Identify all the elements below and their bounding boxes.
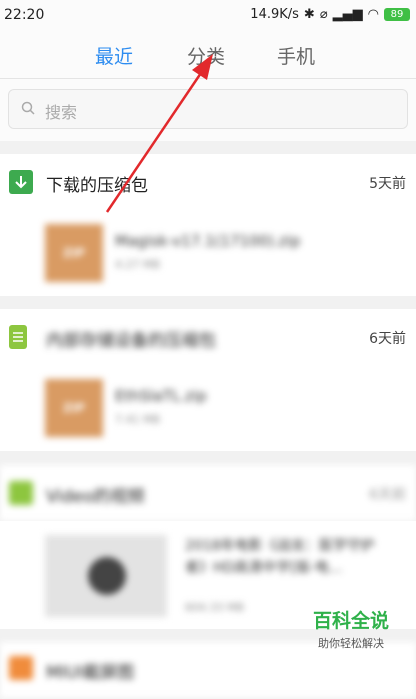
section-title: Video的视频 [46,487,145,507]
image-folder-icon [9,656,33,680]
section-title: MIUI截屏图 [46,663,135,683]
file-item[interactable]: ZIP Magisk-v17.1(17100).zip 4.27 MB [0,210,416,296]
section-title: 下载的压缩包 [46,176,148,196]
search-icon [21,101,35,115]
status-time: 22:20 [4,7,45,23]
watermark-subtitle: 助你轻松解决 [318,637,384,650]
signal-icon: ▂▄▆ [332,7,363,22]
tab-category[interactable]: 分类 [187,42,225,69]
file-name: 2018年电影《战龙：医学守护者》HD高清中字[版-电... [185,538,375,576]
search-input[interactable]: 搜索 [8,89,408,129]
section-header-storage-archives[interactable]: 内部存储设备的压缩包 6天前 [0,309,416,366]
section-header-downloads[interactable]: 下载的压缩包 5天前 [0,154,416,211]
section-header-videos[interactable]: Video的视频 6天前 [0,465,416,522]
search-area: 搜索 [0,79,416,141]
play-icon [88,557,126,595]
document-icon [9,325,27,349]
alarm-off-icon: ⌀ [319,7,328,22]
tab-bar: 最近 分类 手机 [0,32,416,79]
battery-indicator: 89 [384,8,410,21]
watermark-logo: 百科全说 助你轻松解决 [296,606,406,651]
download-icon [9,170,33,194]
file-size: 7.41 MB [115,413,161,426]
video-thumbnail [45,535,167,617]
file-size: 4.27 MB [115,258,161,271]
section-time: 6天前 [369,487,406,503]
status-bar: 22:20 14.9K/s ✱ ⌀ ▂▄▆ ◠ 89 [0,0,416,32]
tab-recent[interactable]: 最近 [95,42,133,69]
watermark-title: 百科全说 [312,610,389,632]
tab-phone[interactable]: 手机 [277,42,315,69]
file-size: 604.33 MB [185,601,245,614]
zip-file-icon: ZIP [45,224,103,282]
status-icons: 14.9K/s ✱ ⌀ ▂▄▆ ◠ 89 [250,7,410,22]
section-time: 6天前 [369,331,406,347]
file-name: EthSlaTL.zip [115,387,207,405]
section-title: 内部存储设备的压缩包 [46,331,216,351]
bluetooth-icon: ✱ [303,7,315,22]
video-folder-icon [9,481,33,505]
wifi-icon: ◠ [367,7,379,22]
network-speed: 14.9K/s [250,7,299,22]
file-item[interactable]: ZIP EthSlaTL.zip 7.41 MB [0,365,416,451]
section-time: 5天前 [369,176,406,192]
search-placeholder: 搜索 [45,103,78,122]
zip-file-icon: ZIP [45,379,103,437]
file-name: Magisk-v17.1(17100).zip [115,232,301,250]
